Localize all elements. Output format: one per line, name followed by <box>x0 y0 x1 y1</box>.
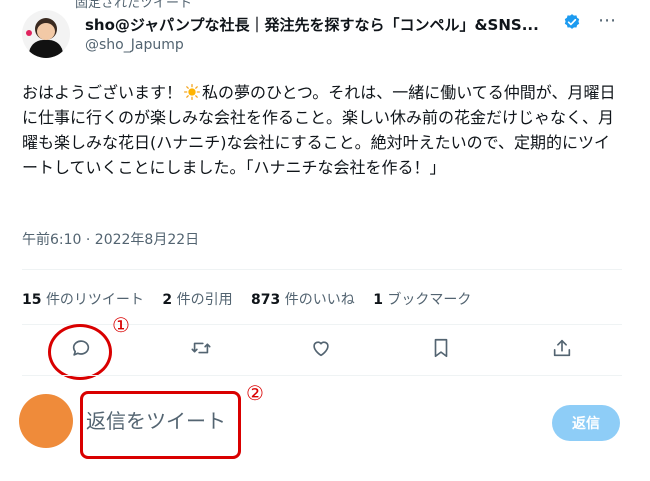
retweet-count-link[interactable]: 15 件のリツイート <box>22 292 144 308</box>
like-count-label: 件のいいね <box>284 292 355 308</box>
author-display-name[interactable]: sho@ジャパンプな社長｜発注先を探すなら「コンペル」&SNS... <box>85 14 539 35</box>
bookmark-count-link[interactable]: 1 ブックマーク <box>373 292 471 308</box>
like-count: 873 <box>251 292 281 308</box>
like-count-link[interactable]: 873 件のいいね <box>251 292 355 308</box>
retweet-icon <box>191 342 211 354</box>
divider <box>22 269 622 270</box>
like-button[interactable] <box>310 337 334 361</box>
divider <box>22 375 622 376</box>
avatar-accent <box>26 30 32 36</box>
sun-emoji-icon <box>184 84 201 100</box>
verified-badge-icon <box>564 14 580 29</box>
annotation-marker-2: ② <box>246 381 264 405</box>
bookmark-count: 1 <box>373 292 383 308</box>
tweet-timestamp[interactable]: 午前6:10 · 2022年8月22日 <box>22 229 199 249</box>
retweet-count-label: 件のリツイート <box>45 292 144 308</box>
pinned-label: 固定されたツイート <box>75 0 193 11</box>
avatar-body <box>29 40 63 58</box>
quote-count-label: 件の引用 <box>176 292 233 308</box>
user-avatar <box>19 394 73 448</box>
bookmark-icon <box>434 338 448 358</box>
bookmark-button[interactable] <box>430 337 454 361</box>
retweet-button[interactable] <box>190 337 214 361</box>
reply-input[interactable] <box>86 409 286 433</box>
share-button[interactable] <box>551 337 575 361</box>
engagement-stats: 15 件のリツイート 2 件の引用 873 件のいいね 1 ブックマーク <box>22 289 485 309</box>
annotation-marker-1: ① <box>112 313 130 337</box>
author-avatar[interactable] <box>22 10 70 58</box>
quote-count-link[interactable]: 2 件の引用 <box>162 292 232 308</box>
reply-submit-button[interactable]: 返信 <box>552 405 620 441</box>
heart-icon <box>313 341 329 357</box>
quote-count: 2 <box>162 292 173 308</box>
share-icon <box>553 339 571 357</box>
tweet-body: おはようございます！ 私の夢のひとつ。それは、一緒に働いてる仲間が、月曜日に仕事… <box>22 80 622 180</box>
tweet-text-part-1: おはようございます！ <box>22 83 183 102</box>
annotation-circle-1 <box>48 324 112 380</box>
author-handle[interactable]: @sho_Japump <box>85 37 184 53</box>
avatar-face <box>37 23 55 40</box>
retweet-count: 15 <box>22 292 42 308</box>
more-options-icon[interactable]: ⋯ <box>598 10 617 31</box>
bookmark-count-label: ブックマーク <box>387 292 472 308</box>
